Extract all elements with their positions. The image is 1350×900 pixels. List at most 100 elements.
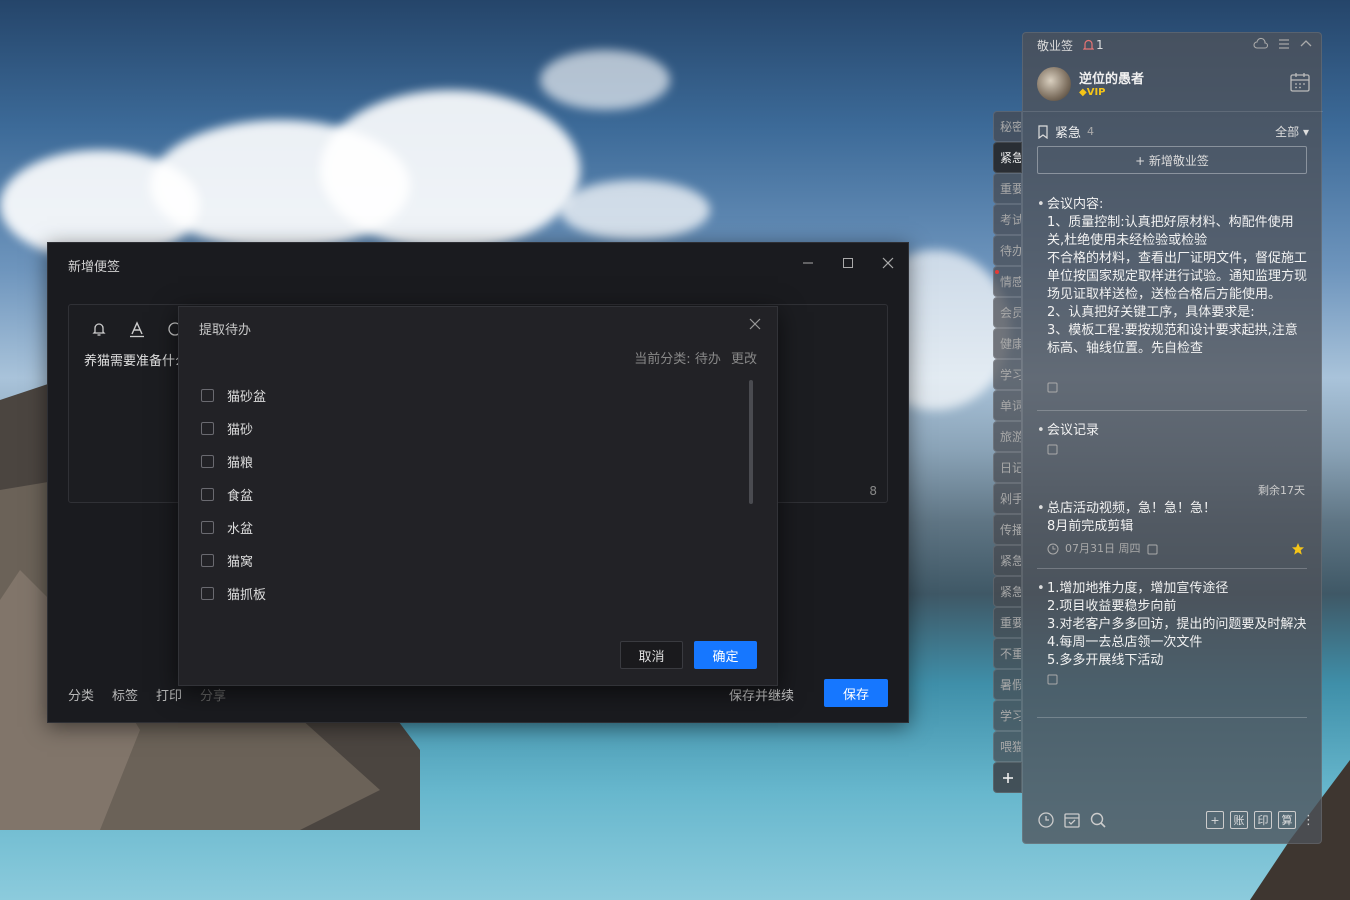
- todo-item[interactable]: 猫窝: [201, 544, 741, 577]
- change-category-link[interactable]: 更改: [731, 352, 757, 367]
- side-tab[interactable]: 日记: [993, 452, 1022, 483]
- checkbox[interactable]: [201, 488, 214, 501]
- current-category-value: 待办: [694, 352, 721, 367]
- side-tab[interactable]: 单词: [993, 390, 1022, 421]
- add-icon[interactable]: +: [1206, 811, 1224, 829]
- todo-item[interactable]: 猫抓板: [201, 577, 741, 610]
- cancel-button[interactable]: 取消: [620, 641, 683, 669]
- extract-todo-dialog: 提取待办 当前分类: 待办 更改 猫砂盆 猫砂 猫粮 食盆 水盆 猫窝 猫抓板 …: [178, 306, 778, 686]
- todo-label: 猫粮: [227, 456, 254, 471]
- calendar-icon[interactable]: [1289, 71, 1311, 93]
- filter-dropdown[interactable]: 全部 ▾: [1275, 123, 1309, 140]
- panel-window-controls: [1253, 37, 1313, 51]
- close-button[interactable]: [878, 253, 898, 273]
- todo-list: 猫砂盆 猫砂 猫粮 食盆 水盆 猫窝 猫抓板: [201, 379, 741, 610]
- maximize-icon: [843, 258, 853, 268]
- current-category-label: 当前分类:: [634, 352, 691, 367]
- note-item[interactable]: • 总店活动视频，急！急！急！ 8月前完成剪辑 07月31日 周四: [1037, 500, 1307, 558]
- minimize-icon: [803, 262, 813, 264]
- save-button[interactable]: 保存: [824, 679, 888, 707]
- side-tab-label: 重要: [1000, 616, 1022, 630]
- search-icon[interactable]: [1089, 811, 1107, 829]
- checkbox[interactable]: [201, 422, 214, 435]
- scrollbar[interactable]: [749, 380, 753, 504]
- checkbox[interactable]: [201, 521, 214, 534]
- cloud-sync-icon[interactable]: [1253, 37, 1269, 51]
- checkbox[interactable]: [201, 455, 214, 468]
- note-divider: [1037, 568, 1307, 569]
- side-tab[interactable]: 学习: [993, 700, 1022, 731]
- todo-label: 食盆: [227, 489, 254, 504]
- side-tab[interactable]: 暑假: [993, 669, 1022, 700]
- side-tab[interactable]: 考试: [993, 204, 1022, 235]
- side-tab[interactable]: 喂猫: [993, 731, 1022, 762]
- share-button[interactable]: 分享: [200, 685, 226, 704]
- side-tab[interactable]: 紧急: [993, 576, 1022, 607]
- todo-item[interactable]: 猫粮: [201, 445, 741, 478]
- side-tab[interactable]: 紧急: [993, 545, 1022, 576]
- todo-item[interactable]: 食盆: [201, 478, 741, 511]
- note-item[interactable]: • 会议内容: 1、质量控制:认真把好原材料、构配件使用关,杜绝使用未经检验或检…: [1037, 196, 1307, 393]
- minimize-button[interactable]: [798, 253, 818, 273]
- collapse-icon[interactable]: [1299, 37, 1313, 51]
- print-button[interactable]: 打印: [156, 685, 182, 704]
- note-item[interactable]: • 1.增加地推力度，增加宣传途径 2.项目收益要稳步向前 3.对老客户多多回访…: [1037, 580, 1307, 685]
- checkbox[interactable]: [201, 587, 214, 600]
- note-text: 1.增加地推力度，增加宣传途径 2.项目收益要稳步向前 3.对老客户多多回访，提…: [1047, 581, 1307, 668]
- panel-header: 敬业签 1: [1023, 33, 1323, 57]
- side-tab[interactable]: 剁手: [993, 483, 1022, 514]
- checkbox[interactable]: [201, 554, 214, 567]
- note-divider: [1037, 410, 1307, 411]
- confirm-button[interactable]: 确定: [694, 641, 757, 669]
- todo-label: 猫窝: [227, 555, 254, 570]
- maximize-button[interactable]: [838, 253, 858, 273]
- side-tab[interactable]: 秘密: [993, 111, 1022, 142]
- side-tab-label: 剁手: [1000, 492, 1022, 506]
- menu-icon[interactable]: [1277, 37, 1291, 51]
- add-category-button[interactable]: [993, 762, 1022, 793]
- avatar[interactable]: [1037, 67, 1071, 101]
- category-button[interactable]: 分类: [68, 685, 94, 704]
- print-button[interactable]: 印: [1254, 811, 1272, 829]
- tag-button[interactable]: 标签: [112, 685, 138, 704]
- side-tab[interactable]: 传播: [993, 514, 1022, 545]
- char-count: 8: [869, 484, 877, 498]
- history-icon[interactable]: [1037, 811, 1055, 829]
- checkbox[interactable]: [201, 389, 214, 402]
- side-tab[interactable]: 重要: [993, 607, 1022, 638]
- save-and-continue-button[interactable]: 保存并继续: [729, 685, 794, 704]
- text-color-icon[interactable]: [127, 319, 147, 339]
- reminder-indicator[interactable]: 1: [1083, 38, 1104, 52]
- side-tab[interactable]: 重要: [993, 173, 1022, 204]
- note-item[interactable]: • 会议记录: [1037, 422, 1307, 455]
- window-title: 新增便签: [68, 260, 121, 275]
- ledger-button[interactable]: 账: [1230, 811, 1248, 829]
- star-icon[interactable]: [1291, 542, 1305, 556]
- side-tab[interactable]: 待办: [993, 235, 1022, 266]
- more-icon[interactable]: ⋮: [1302, 813, 1315, 828]
- side-tab[interactable]: 不重: [993, 638, 1022, 669]
- calculator-button[interactable]: 算: [1278, 811, 1296, 829]
- side-tab-active[interactable]: 紧急: [993, 142, 1022, 173]
- dialog-title: 提取待办: [199, 323, 252, 338]
- side-tab[interactable]: 学习: [993, 359, 1022, 390]
- todo-label: 猫砂: [227, 423, 254, 438]
- editor-content[interactable]: 养猫需要准备什么: [84, 350, 188, 369]
- side-tab[interactable]: 旅游: [993, 421, 1022, 452]
- todo-item[interactable]: 猫砂: [201, 412, 741, 445]
- bell-icon[interactable]: [89, 319, 109, 339]
- todo-item[interactable]: 水盆: [201, 511, 741, 544]
- side-tab-label: 传播: [1000, 523, 1022, 537]
- dialog-close-button[interactable]: [749, 318, 761, 330]
- todo-item[interactable]: 猫砂盆: [201, 379, 741, 412]
- add-note-button[interactable]: + 新增敬业签: [1037, 146, 1307, 174]
- side-tab[interactable]: 情感: [993, 266, 1022, 297]
- close-icon: [882, 257, 894, 269]
- todo-label: 水盆: [227, 522, 254, 537]
- note-meta: [1047, 444, 1307, 455]
- remaining-days: 剩余17天: [1258, 484, 1305, 497]
- task-check-icon[interactable]: [1063, 811, 1081, 829]
- side-tab[interactable]: 健康: [993, 328, 1022, 359]
- diamond-icon: ◆: [1079, 87, 1087, 98]
- side-tab[interactable]: 会员: [993, 297, 1022, 328]
